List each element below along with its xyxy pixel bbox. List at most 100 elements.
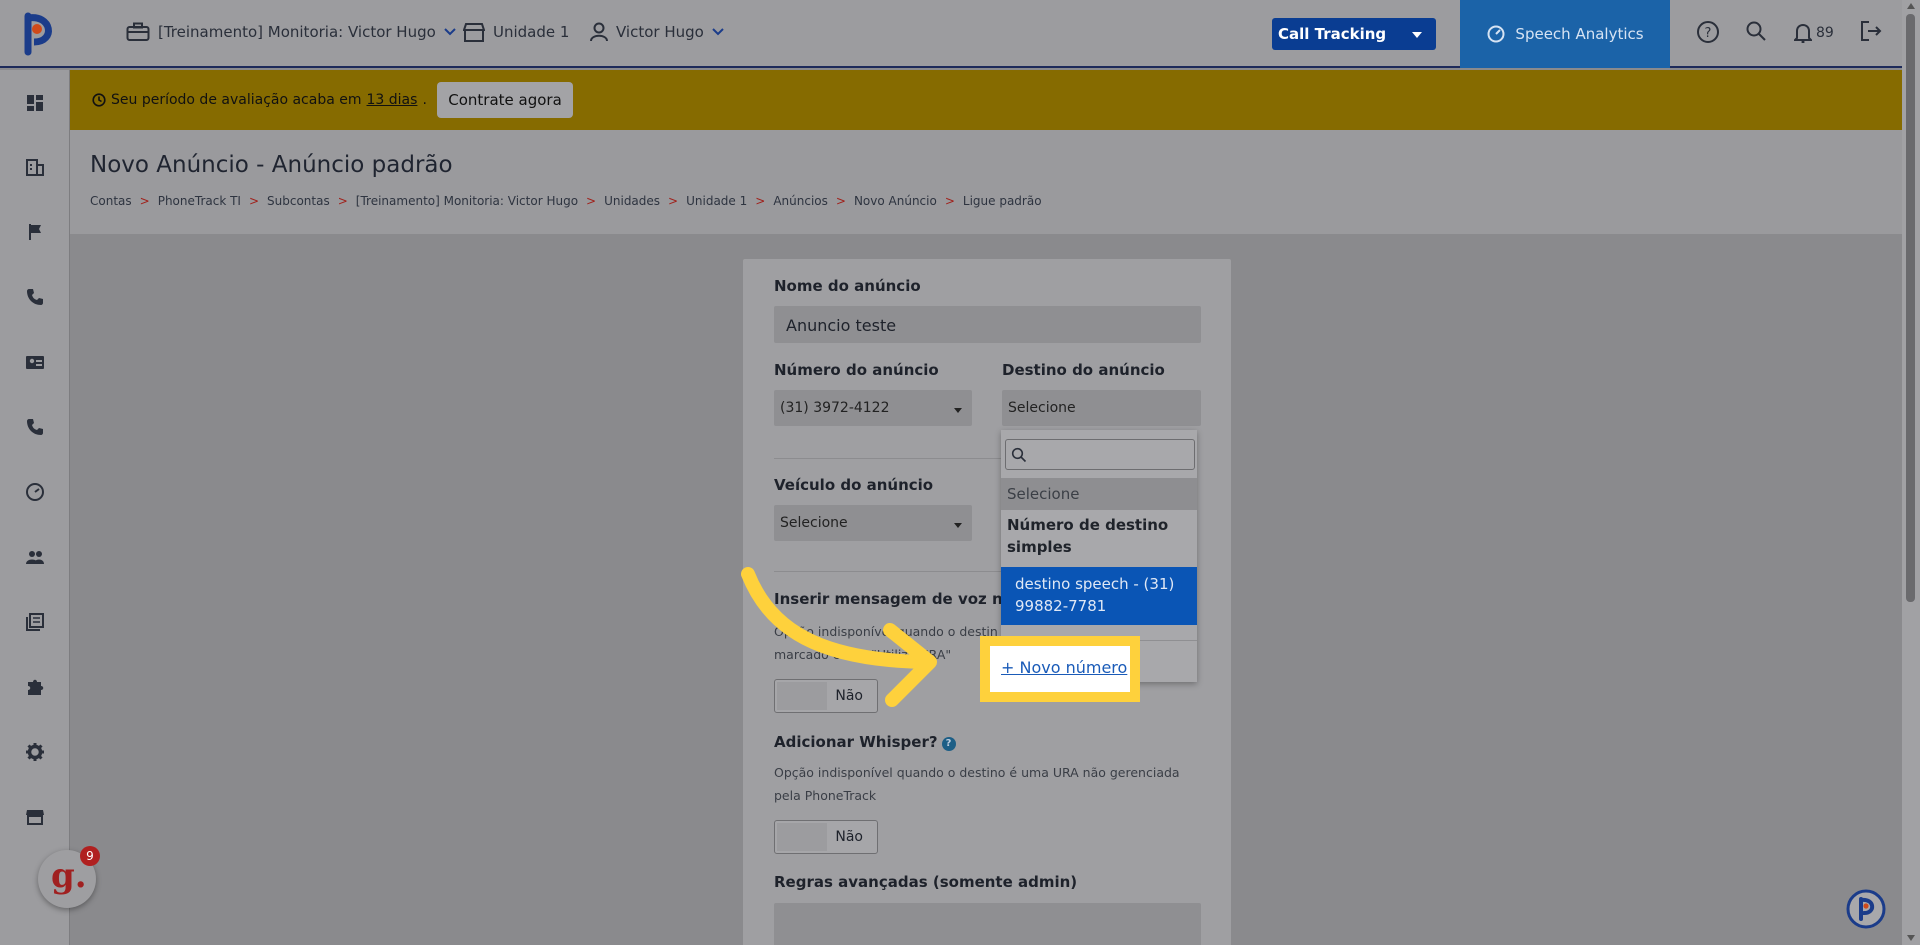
ad-destination-select[interactable]: Selecione	[1002, 390, 1201, 426]
phonetrack-logo[interactable]	[22, 12, 58, 56]
users-icon[interactable]	[25, 547, 45, 567]
speech-analytics-icon	[1487, 25, 1505, 43]
advanced-rules-textarea[interactable]	[774, 903, 1201, 945]
breadcrumb-item[interactable]: Unidade 1	[686, 194, 747, 208]
breadcrumb-item[interactable]: Contas	[90, 194, 132, 208]
breadcrumb-separator: >	[668, 194, 679, 208]
scroll-up-icon[interactable]	[1907, 3, 1915, 9]
account-name: [Treinamento] Monitoria: Victor Hugo	[158, 23, 436, 41]
ad-vehicle-select[interactable]: Selecione	[774, 505, 972, 541]
user-selector[interactable]: Victor Hugo	[590, 22, 724, 42]
whisper-hint-line-2: pela PhoneTrack	[774, 788, 877, 803]
clock-icon	[92, 93, 106, 107]
trial-text: Seu período de avaliação acaba em	[111, 92, 362, 108]
page-header: Novo Anúncio - Anúncio padrão Contas > Ph…	[70, 130, 1902, 234]
speech-analytics-button[interactable]: Speech Analytics	[1460, 0, 1670, 68]
dropdown-search-input[interactable]	[1005, 439, 1195, 470]
caret-down-icon	[1412, 32, 1422, 38]
caret-down-icon	[954, 523, 962, 528]
whisper-hint: Opção indisponível quando o destino é um…	[774, 761, 1180, 807]
ad-destination-value: Selecione	[1008, 400, 1076, 416]
product-select[interactable]: Call Tracking	[1272, 18, 1436, 50]
speedometer-icon[interactable]	[25, 482, 45, 502]
dropdown-option-selected[interactable]: destino speech - (31) 99882-7781	[1001, 567, 1197, 625]
logout-icon[interactable]	[1860, 20, 1882, 42]
book-icon[interactable]	[25, 612, 45, 632]
trial-text-end: .	[422, 92, 427, 108]
breadcrumb-separator: >	[586, 194, 597, 208]
breadcrumb-separator: >	[755, 194, 766, 208]
user-icon	[590, 22, 608, 42]
breadcrumb-separator: >	[944, 194, 955, 208]
ad-number-label: Número do anúncio	[774, 361, 939, 379]
dashboard-icon[interactable]	[25, 93, 45, 113]
caret-down-icon	[954, 408, 962, 413]
building-icon[interactable]	[25, 157, 45, 177]
breadcrumb-item[interactable]: Unidades	[604, 194, 660, 208]
breadcrumb-item[interactable]: PhoneTrack TI	[158, 194, 241, 208]
trial-days-link[interactable]: 13 dias	[367, 92, 418, 108]
dropdown-group-header: Número de destino simples	[1007, 516, 1169, 556]
phone-call-icon[interactable]	[25, 417, 45, 437]
g-widget-count: 9	[80, 846, 100, 866]
ad-name-value: Anuncio teste	[786, 316, 897, 335]
user-name: Victor Hugo	[616, 23, 704, 41]
scrollbar-thumb[interactable]	[1906, 14, 1915, 602]
new-number-link[interactable]: + Novo número	[1001, 658, 1128, 677]
speech-analytics-label: Speech Analytics	[1515, 25, 1644, 43]
search-icon[interactable]	[1745, 20, 1767, 42]
whisper-hint-line-1: Opção indisponível quando o destino é um…	[774, 765, 1180, 780]
store-icon[interactable]	[25, 807, 45, 827]
breadcrumb: Contas > PhoneTrack TI > Subcontas > [Trein…	[90, 194, 1042, 208]
help-icon[interactable]: ?	[941, 737, 956, 751]
chevron-down-icon	[712, 28, 724, 36]
flag-icon[interactable]	[25, 222, 45, 242]
ad-number-select[interactable]: (31) 3972-4122	[774, 390, 972, 426]
contact-card-icon[interactable]	[25, 352, 45, 372]
contract-now-button[interactable]: Contrate agora	[437, 82, 573, 118]
store-icon	[463, 23, 485, 42]
divider	[774, 458, 1034, 459]
ad-destination-label: Destino do anúncio	[1002, 361, 1165, 379]
ad-vehicle-label: Veículo do anúncio	[774, 476, 934, 494]
bell-icon[interactable]	[1794, 23, 1812, 43]
ad-name-input[interactable]: Anuncio teste	[774, 306, 1201, 343]
breadcrumb-separator: >	[835, 194, 846, 208]
unit-selector[interactable]: Unidade 1	[463, 22, 569, 42]
help-icon[interactable]: ?	[1696, 20, 1720, 44]
account-selector[interactable]: [Treinamento] Monitoria: Victor Hugo	[126, 22, 456, 42]
phone-icon[interactable]	[25, 287, 45, 307]
notification-count: 89	[1816, 25, 1834, 41]
breadcrumb-item[interactable]: [Treinamento] Monitoria: Victor Hugo	[356, 194, 578, 208]
tutorial-arrow-icon	[741, 567, 937, 707]
breadcrumb-item[interactable]: Anúncios	[773, 194, 828, 208]
whisper-toggle-text: Não	[835, 829, 863, 845]
phonetrack-chat-icon[interactable]	[1845, 888, 1887, 930]
gear-icon[interactable]	[25, 742, 45, 762]
breadcrumb-separator: >	[337, 194, 348, 208]
breadcrumb-separator: >	[139, 194, 150, 208]
whisper-toggle[interactable]: Não	[774, 820, 878, 854]
trial-message: Seu período de avaliação acaba em 13 dia…	[92, 92, 427, 108]
advanced-rules-label: Regras avançadas (somente admin)	[774, 873, 1078, 891]
g-widget-button[interactable]: g. 9	[38, 846, 100, 908]
breadcrumb-item[interactable]: Subcontas	[267, 194, 330, 208]
page-scrollbar[interactable]	[1902, 0, 1920, 945]
dropdown-option-placeholder[interactable]: Selecione	[1001, 478, 1197, 510]
breadcrumb-item[interactable]: Novo Anúncio	[854, 194, 937, 208]
puzzle-icon[interactable]	[25, 677, 45, 697]
breadcrumb-separator: >	[248, 194, 260, 208]
sidebar	[0, 70, 70, 945]
whisper-label-text: Adicionar Whisper?	[774, 733, 938, 751]
ad-number-value: (31) 3972-4122	[780, 400, 890, 416]
product-select-value: Call Tracking	[1278, 25, 1387, 43]
top-bar: [Treinamento] Monitoria: Victor Hugo Uni…	[0, 0, 1902, 68]
page-title: Novo Anúncio - Anúncio padrão	[90, 152, 453, 178]
briefcase-icon	[126, 22, 150, 41]
ad-vehicle-value: Selecione	[780, 515, 848, 531]
chevron-down-icon	[444, 28, 456, 36]
search-icon	[1011, 447, 1027, 463]
unit-name: Unidade 1	[493, 23, 570, 41]
ad-name-label: Nome do anúncio	[774, 277, 921, 295]
scroll-down-icon[interactable]	[1907, 935, 1915, 941]
